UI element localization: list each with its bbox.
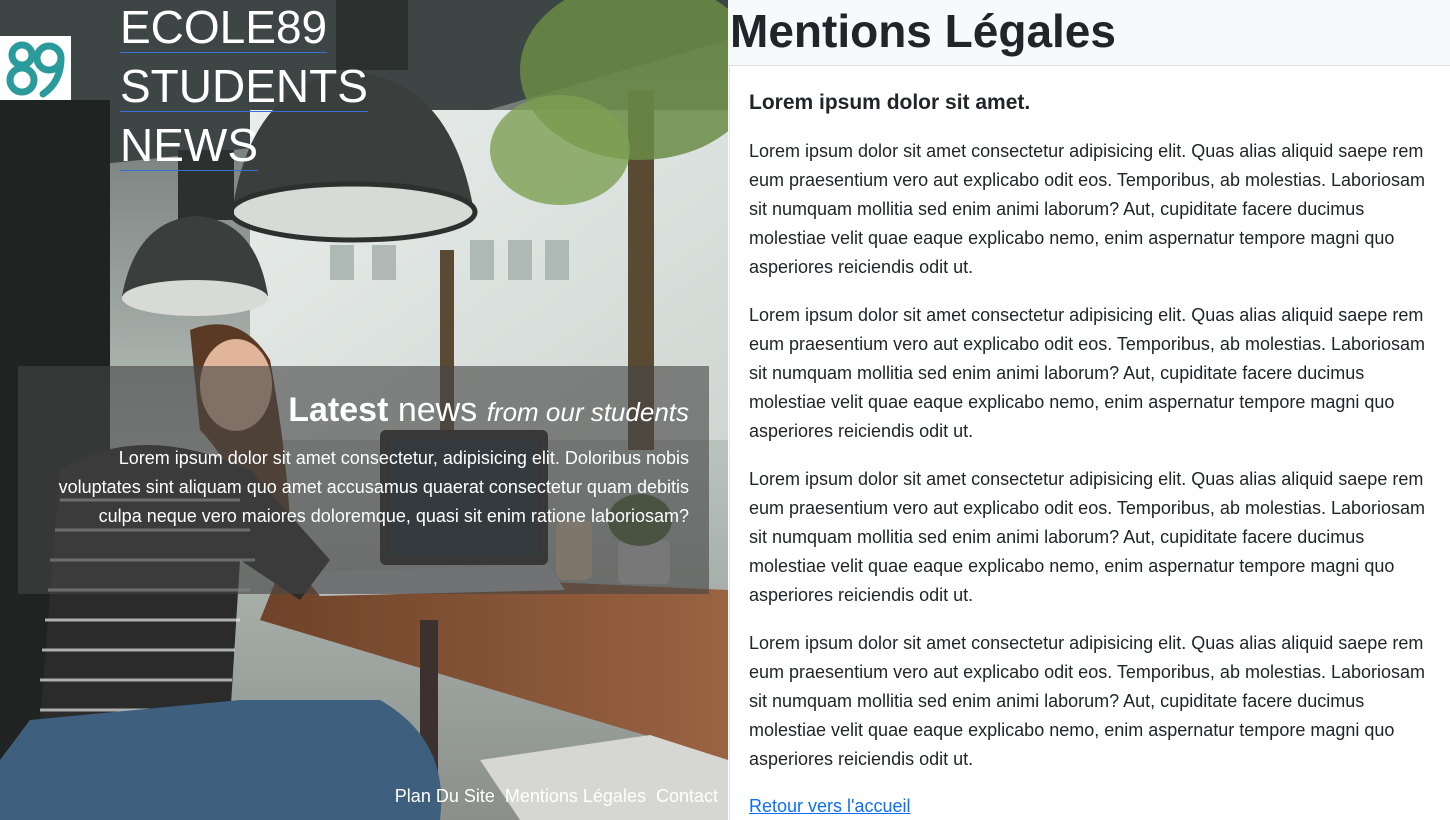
- intro-title-strong: Latest: [288, 391, 389, 429]
- footer-nav: Plan Du Site Mentions Légales Contact: [395, 784, 718, 808]
- intro-title: Latest news from our students: [38, 388, 689, 434]
- content-paragraph-1: Lorem ipsum dolor sit amet consectetur a…: [749, 141, 1426, 277]
- intro-title-italic: from our students: [486, 397, 689, 427]
- content-paragraph-3: Lorem ipsum dolor sit amet consectetur a…: [749, 469, 1426, 605]
- brand-line-ecole89[interactable]: ECOLE89: [120, 2, 328, 53]
- hero-section: ECOLE89 STUDENTS NEWS Latest news from o…: [0, 0, 728, 820]
- intro-title-normal: news: [397, 391, 478, 429]
- main-content: Lorem ipsum dolor sit amet. Lorem ipsum …: [729, 67, 1450, 820]
- intro-panel: Latest news from our students Lorem ipsu…: [18, 366, 709, 594]
- brand-title: ECOLE89 STUDENTS NEWS: [120, 2, 368, 179]
- footer-link-mentions-legales[interactable]: Mentions Légales: [505, 784, 646, 808]
- page-header: Mentions Légales: [728, 0, 1450, 66]
- back-to-home-link[interactable]: Retour vers l'accueil: [749, 794, 911, 818]
- intro-text: Lorem ipsum dolor sit amet consectetur, …: [58, 448, 689, 526]
- brand-line-students[interactable]: STUDENTS: [120, 61, 368, 112]
- page-title: Mentions Légales: [730, 5, 1116, 57]
- brand-line-news[interactable]: NEWS: [120, 120, 258, 171]
- ecole89-logo-icon: [6, 41, 64, 98]
- footer-link-contact[interactable]: Contact: [656, 784, 718, 808]
- content-paragraph-2: Lorem ipsum dolor sit amet consectetur a…: [749, 305, 1426, 441]
- footer-link-plan-du-site[interactable]: Plan Du Site: [395, 784, 495, 808]
- content-paragraph-4: Lorem ipsum dolor sit amet consectetur a…: [749, 633, 1426, 769]
- section-title: Lorem ipsum dolor sit amet.: [749, 91, 1031, 114]
- logo[interactable]: [0, 36, 71, 100]
